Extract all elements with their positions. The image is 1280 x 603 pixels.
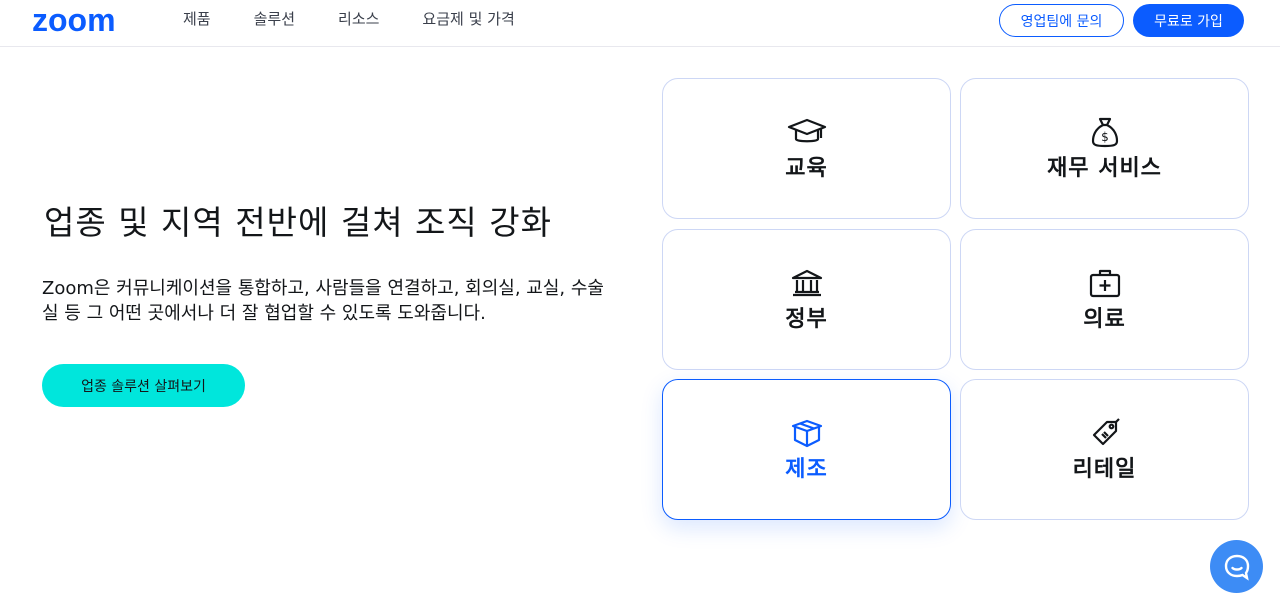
- industry-label: 제조: [785, 456, 828, 482]
- industry-label: 리테일: [1072, 456, 1137, 482]
- industry-label: 재무 서비스: [1047, 155, 1162, 181]
- sign-up-free-button[interactable]: 무료로 가입: [1133, 4, 1244, 37]
- zoom-logo[interactable]: zoom: [32, 5, 140, 35]
- industry-card-education[interactable]: 교육: [662, 78, 951, 219]
- government-building-icon: [787, 267, 827, 299]
- nav-item-pricing[interactable]: 요금제 및 가격: [422, 10, 514, 28]
- nav-item-products[interactable]: 제품: [183, 10, 211, 28]
- industry-label: 정부: [785, 306, 828, 332]
- svg-text:$: $: [1101, 130, 1109, 144]
- industry-label: 의료: [1083, 306, 1126, 332]
- industry-card-manufacturing[interactable]: 제조: [662, 379, 951, 520]
- industry-label: 교육: [785, 155, 828, 181]
- chat-bubble-icon: [1224, 554, 1249, 581]
- main-nav: 제품 솔루션 리소스 요금제 및 가격: [183, 10, 558, 28]
- box-icon: [787, 417, 827, 449]
- contact-sales-button[interactable]: 영업팀에 문의: [999, 4, 1124, 37]
- top-header: zoom 제품 솔루션 리소스 요금제 및 가격 영업팀에 문의 무료로 가입: [0, 0, 1280, 47]
- money-bag-icon: $: [1085, 116, 1125, 148]
- medical-kit-icon: [1085, 267, 1125, 299]
- nav-item-solutions[interactable]: 솔루션: [254, 10, 295, 28]
- hero-title: 업종 및 지역 전반에 걸쳐 조직 강화: [44, 203, 552, 242]
- graduation-cap-icon: [787, 116, 827, 148]
- industry-card-government[interactable]: 정부: [662, 229, 951, 370]
- industry-card-finance[interactable]: $ 재무 서비스: [960, 78, 1249, 219]
- nav-item-resources[interactable]: 리소스: [338, 10, 379, 28]
- svg-text:zoom: zoom: [32, 5, 116, 35]
- price-tag-icon: [1085, 417, 1125, 449]
- chat-button[interactable]: [1210, 540, 1263, 593]
- explore-industry-solutions-button[interactable]: 업종 솔루션 살펴보기: [42, 364, 245, 407]
- industry-card-retail[interactable]: 리테일: [960, 379, 1249, 520]
- hero-description: Zoom은 커뮤니케이션을 통합하고, 사람들을 연결하고, 회의실, 교실, …: [42, 278, 604, 324]
- industry-card-healthcare[interactable]: 의료: [960, 229, 1249, 370]
